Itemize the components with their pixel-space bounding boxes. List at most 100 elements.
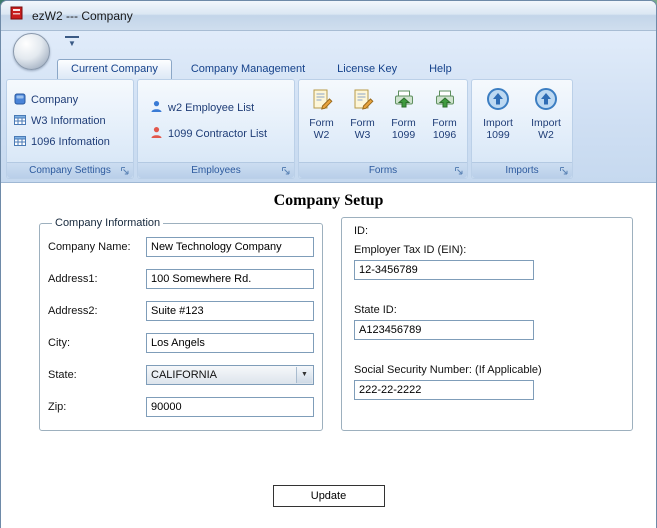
button-label-line1: Import [483,117,513,129]
state-id-label: State ID: [354,304,397,316]
ein-input[interactable] [354,260,534,280]
tab-license-key[interactable]: License Key [324,60,410,79]
company-information-legend: Company Information [55,217,161,229]
ribbon-tab-strip: Current Company Company Management Licen… [57,57,465,79]
id-groupbox: ID: Employer Tax ID (EIN): State ID: Soc… [341,217,633,431]
dialog-launcher-icon[interactable] [281,166,291,176]
group-caption-employees: Employees [138,162,294,178]
city-label: City: [48,336,70,349]
import-up-circle-icon [486,87,510,114]
ssn-input[interactable] [354,380,534,400]
ribbon: ▼ Current Company Company Management Lic… [1,31,656,183]
ribbon-item-1096-information[interactable]: 1096 Infomation [14,135,126,150]
app-icon [10,5,26,26]
ribbon-item-label: 1099 Contractor List [168,128,268,140]
zip-input[interactable] [146,396,314,417]
group-caption-label: Employees [191,165,241,176]
address2-input[interactable] [146,300,314,321]
ribbon-item-w2-employee-list[interactable]: w2 Employee List [150,100,287,116]
table-icon [14,135,26,150]
ribbon-item-company[interactable]: Company [14,93,126,108]
main-content: Company Setup Company Information Compan… [1,183,656,528]
ribbon-group-imports: Import 1099 Import W2 Imports [471,79,573,179]
button-label-line1: Form [350,117,375,129]
group-caption-label: Company Settings [29,165,111,176]
form-w3-button[interactable]: Form W3 [344,87,382,141]
import-1099-button[interactable]: Import 1099 [479,87,517,141]
table-icon [14,114,26,129]
dialog-launcher-icon[interactable] [120,166,130,176]
ribbon-item-w3-information[interactable]: W3 Information [14,114,126,129]
company-icon [14,93,26,108]
person-blue-icon [150,100,163,116]
form-edit-icon [310,87,334,114]
application-orb-button[interactable] [13,33,50,70]
update-button[interactable]: Update [272,485,385,507]
dialog-launcher-icon[interactable] [559,166,569,176]
address1-label: Address1: [48,272,98,285]
id-heading: ID: [354,225,369,237]
state-id-input[interactable] [354,320,534,340]
person-red-icon [150,126,163,142]
title-bar: ezW2 --- Company [1,1,656,31]
ein-label: Employer Tax ID (EIN): [354,244,467,256]
city-input[interactable] [146,332,314,353]
button-label-line2: 1099 [391,129,416,141]
address2-label: Address2: [48,304,98,317]
city-row: City: [48,332,314,353]
state-row: State: CALIFORNIA ▼ [48,364,314,385]
ssn-label: Social Security Number: (If Applicable) [354,364,542,376]
ribbon-group-company-settings: Company W3 Information 1096 Infomation C… [6,79,134,179]
form-print-icon [433,87,457,114]
ribbon-group-employees: w2 Employee List 1099 Contractor List Em… [137,79,295,179]
dialog-launcher-icon[interactable] [454,166,464,176]
button-label-line2: 1096 [432,129,457,141]
form-w2-button[interactable]: Form W2 [303,87,341,141]
tab-company-management[interactable]: Company Management [178,60,318,79]
button-label-line2: 1099 [486,129,510,141]
button-label-line1: Form [391,117,416,129]
button-label-line1: Import [531,117,561,129]
tab-help[interactable]: Help [416,60,465,79]
button-label-line1: Form [432,117,457,129]
group-caption-label: Forms [368,165,398,176]
button-label-line2: W2 [313,129,330,141]
group-caption-imports: Imports [472,162,572,178]
address1-input[interactable] [146,268,314,289]
form-1099-button[interactable]: Form 1099 [385,87,423,141]
window-title: ezW2 --- Company [32,8,133,23]
state-label: State: [48,368,77,381]
button-label-line2: W3 [354,129,371,141]
ribbon-item-label: w2 Employee List [168,102,255,114]
page-title: Company Setup [273,192,384,209]
ribbon-item-label: 1096 Infomation [31,136,110,148]
address2-row: Address2: [48,300,314,321]
state-selected-value: CALIFORNIA [151,368,218,381]
company-name-input[interactable] [146,236,314,257]
zip-row: Zip: [48,396,314,417]
button-label-line2: W2 [538,129,554,141]
form-1096-button[interactable]: Form 1096 [426,87,464,141]
import-up-circle-icon [534,87,558,114]
ribbon-item-1099-contractor-list[interactable]: 1099 Contractor List [150,126,287,142]
app-window: ezW2 --- Company ▼ Current Company Compa… [0,0,657,528]
address1-row: Address1: [48,268,314,289]
ribbon-groups: Company W3 Information 1096 Infomation C… [6,79,573,179]
tab-current-company[interactable]: Current Company [57,59,172,79]
group-caption-label: Imports [505,165,539,176]
ribbon-item-label: W3 Information [31,115,106,127]
company-name-label: Company Name: [48,240,131,253]
quick-access-dropdown-icon[interactable]: ▼ [65,36,79,49]
group-caption-company-settings: Company Settings [7,162,133,178]
form-print-icon [392,87,416,114]
chevron-down-icon: ▼ [296,366,312,383]
group-caption-forms: Forms [299,162,467,178]
button-label-line1: Form [309,117,334,129]
form-edit-icon [351,87,375,114]
company-name-row: Company Name: [48,236,314,257]
ribbon-group-forms: Form W2 Form W3 Form 1099 Form 1096 Form… [298,79,468,179]
state-select[interactable]: CALIFORNIA ▼ [146,364,314,385]
import-w2-button[interactable]: Import W2 [527,87,565,141]
zip-label: Zip: [48,400,67,413]
ribbon-item-label: Company [31,94,79,106]
